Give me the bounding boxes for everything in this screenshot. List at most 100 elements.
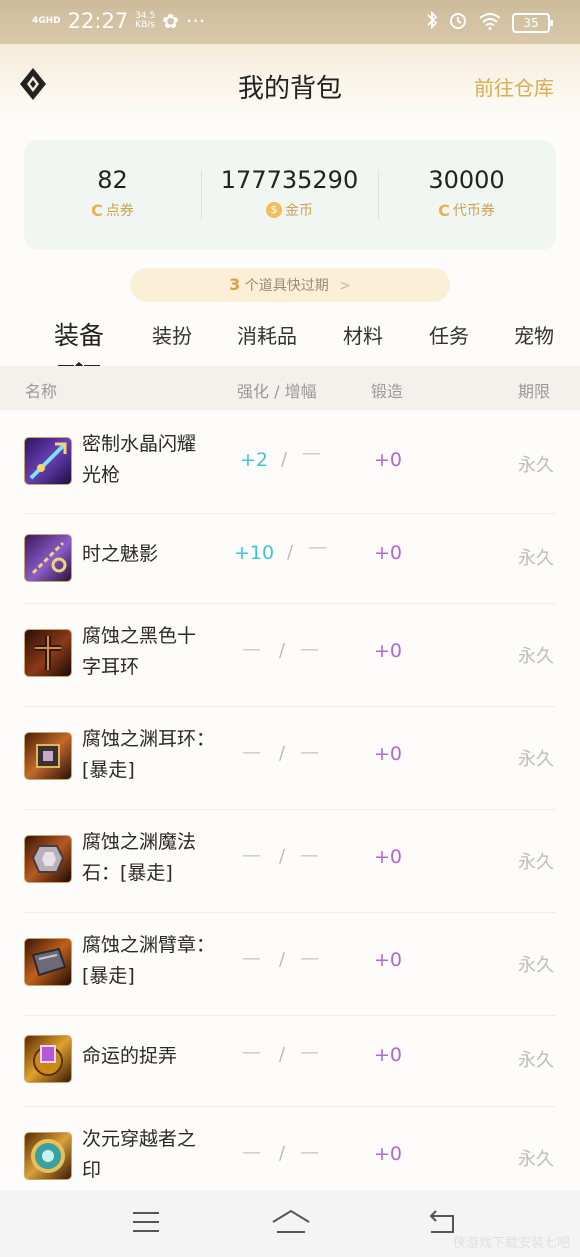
item-name: 腐蚀之黑色十 字耳环 xyxy=(82,625,197,678)
fate-trick-icon xyxy=(24,1035,72,1083)
table-row[interactable]: 时之魅影 +10 / — +0 永久 xyxy=(0,514,580,604)
stat-coupon: 82 C 点券 xyxy=(24,140,201,250)
forge-level: +0 xyxy=(374,640,403,662)
separator: / xyxy=(279,949,286,970)
item-period: 永久 xyxy=(518,1149,554,1170)
tab-costume[interactable]: 装扮 xyxy=(152,320,192,349)
token-coupon-icon: C xyxy=(438,200,450,220)
table-row[interactable]: 密制水晶闪耀 光枪 +2 / — +0 永久 xyxy=(0,412,580,514)
table-row[interactable]: 腐蚀之渊耳环： [暴走] — / — +0 永久 xyxy=(0,707,580,810)
item-period: 永久 xyxy=(518,646,554,667)
signal-indicator: 4GHD xyxy=(32,15,61,26)
chain-phantom-icon xyxy=(24,534,72,582)
currency-panel: 82 C 点券 177735290 $ 金币 30000 C 代币券 xyxy=(24,140,556,250)
expiring-text: 个道具快过期 xyxy=(244,278,329,294)
table-row[interactable]: 次元穿越者之印 — / — +0 永久 xyxy=(0,1107,580,1190)
amplify-level: — xyxy=(300,741,319,763)
abyss-magic-stone-icon xyxy=(24,835,72,883)
enhance-level: +2 xyxy=(240,449,269,471)
abyss-armband-icon xyxy=(24,938,72,986)
col-enhance: 强化 / 增幅 xyxy=(237,382,317,401)
clock: 22:27 xyxy=(67,9,129,33)
table-row[interactable]: 命运的捉弄 — / — +0 永久 xyxy=(0,1016,580,1107)
enhance-level: +10 xyxy=(234,542,275,564)
forge-level: +0 xyxy=(374,542,403,564)
table-row[interactable]: 腐蚀之渊臂章： [暴走] — / — +0 永久 xyxy=(0,913,580,1016)
separator: / xyxy=(279,743,286,764)
item-period: 永久 xyxy=(518,1050,554,1071)
black-cross-earring-icon xyxy=(24,629,72,677)
item-period: 永久 xyxy=(518,455,554,476)
col-period: 期限 xyxy=(518,382,551,401)
bluetooth-icon xyxy=(426,10,438,35)
amplify-level: — xyxy=(300,947,319,969)
amplify-level: — xyxy=(300,1141,319,1163)
item-name: 时之魅影 xyxy=(82,543,159,565)
table-row[interactable]: 腐蚀之黑色十 字耳环 — / — +0 永久 xyxy=(0,604,580,707)
dimension-seal-icon xyxy=(24,1132,72,1180)
amplify-level: — xyxy=(300,638,319,660)
item-name: 密制水晶闪耀 光枪 xyxy=(82,433,197,486)
speed-unit: KB/s xyxy=(135,20,156,30)
forge-level: +0 xyxy=(374,1143,403,1165)
forge-level: +0 xyxy=(374,1044,403,1066)
crystal-lance-icon xyxy=(24,437,72,485)
expiring-count: 3 xyxy=(229,275,241,294)
table-header: 名称 强化 / 增幅 锻造 期限 xyxy=(0,366,580,410)
col-name: 名称 xyxy=(25,382,58,401)
enhance-level: — xyxy=(242,638,261,660)
gold-label: 金币 xyxy=(285,203,313,219)
enhance-level: — xyxy=(242,1141,261,1163)
wifi-icon xyxy=(478,11,502,35)
menu-icon[interactable] xyxy=(131,1210,161,1238)
category-tabs: 装备 装扮 消耗品 材料 任务 宠物 xyxy=(0,312,580,369)
chevron-right-icon: > xyxy=(339,278,351,294)
enhance-level: — xyxy=(242,1041,261,1063)
enhance-level: — xyxy=(242,947,261,969)
coupon-icon: C xyxy=(91,200,103,220)
battery-indicator: 35 xyxy=(512,12,553,33)
watermark: 侠游戏下载安装七吧 xyxy=(452,1236,570,1251)
active-tab-indicator xyxy=(58,354,100,369)
enhance-level: — xyxy=(242,741,261,763)
go-to-warehouse-link[interactable]: 前往仓库 xyxy=(474,72,554,101)
forge-level: +0 xyxy=(374,743,403,765)
item-name: 次元穿越者之印 xyxy=(82,1128,197,1181)
alarm-icon xyxy=(448,10,468,35)
status-bar: 4GHD 22:27 34.5 KB/s ✿ ··· 35 xyxy=(0,0,580,44)
item-name: 腐蚀之渊臂章： [暴走] xyxy=(82,934,216,987)
tab-pets[interactable]: 宠物 xyxy=(514,320,554,349)
forge-level: +0 xyxy=(374,846,403,868)
item-period: 永久 xyxy=(518,749,554,770)
system-nav-bar: 侠游戏下载安装七吧 xyxy=(0,1190,580,1257)
home-icon[interactable] xyxy=(271,1208,311,1240)
tab-quest[interactable]: 任务 xyxy=(429,320,469,349)
token-value: 30000 xyxy=(428,166,505,194)
col-forge: 锻造 xyxy=(371,382,404,401)
enhance-level: — xyxy=(242,844,261,866)
stat-token: 30000 C 代币券 xyxy=(378,140,555,250)
amplify-level: — xyxy=(308,536,327,558)
separator: / xyxy=(279,1044,286,1065)
stat-gold: 177735290 $ 金币 xyxy=(201,140,378,250)
forge-level: +0 xyxy=(374,449,403,471)
gold-value: 177735290 xyxy=(220,166,359,194)
separator: / xyxy=(279,1143,286,1164)
amplify-level: — xyxy=(300,1041,319,1063)
separator: / xyxy=(279,640,286,661)
tab-equipment[interactable]: 装备 xyxy=(54,316,104,352)
tab-materials[interactable]: 材料 xyxy=(343,320,383,349)
gold-coin-icon: $ xyxy=(266,202,282,218)
item-name: 腐蚀之渊魔法 石：[暴走] xyxy=(82,831,197,884)
tab-consumables[interactable]: 消耗品 xyxy=(237,320,297,349)
amplify-level: — xyxy=(302,442,321,464)
expiring-items-banner[interactable]: 3 个道具快过期 > xyxy=(130,268,450,302)
item-period: 永久 xyxy=(518,955,554,976)
forge-level: +0 xyxy=(374,949,403,971)
item-name: 命运的捉弄 xyxy=(82,1045,178,1067)
abyss-earring-icon xyxy=(24,732,72,780)
item-period: 永久 xyxy=(518,852,554,873)
separator: / xyxy=(279,846,286,867)
separator: / xyxy=(281,449,288,470)
table-row[interactable]: 腐蚀之渊魔法 石：[暴走] — / — +0 永久 xyxy=(0,810,580,913)
